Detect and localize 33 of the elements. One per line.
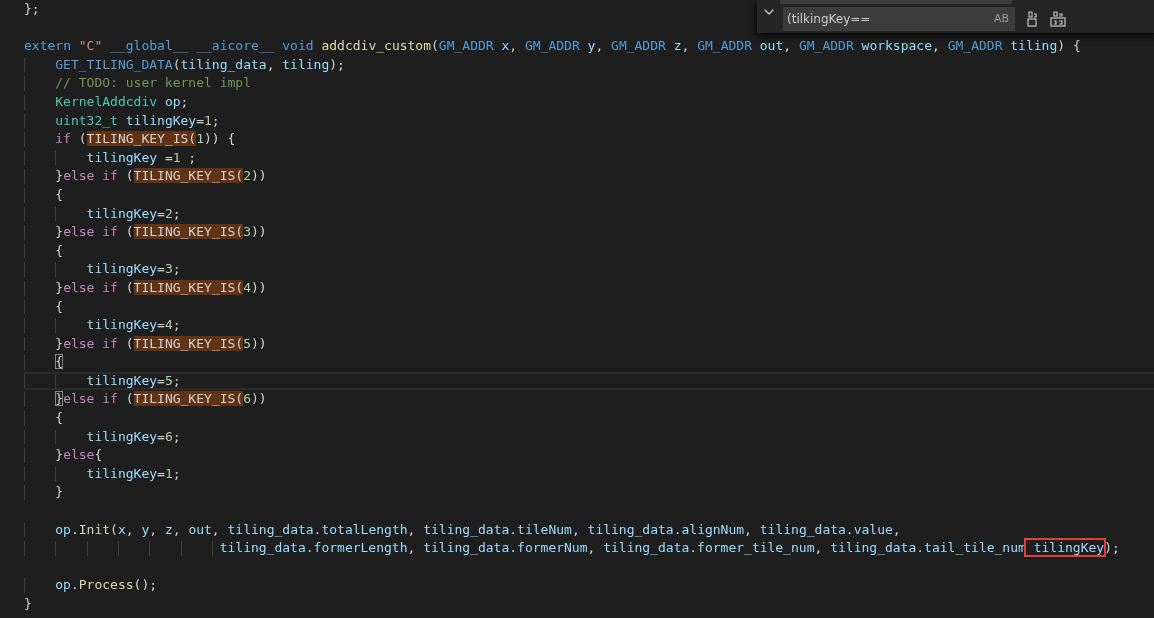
code-line: tilingKey=3; [86,260,181,279]
code-line: op.Init(x, y, z, out, tiling_data.totalLength, tiling_data.tileNum, tiling_data.alignNum, tiling_data.value, [55,520,901,539]
replace-all-icon[interactable] [1049,10,1067,27]
code-line: { [55,297,64,316]
code-line: extern "C" __global__ __aicore__ void addcdiv_custom(GM_ADDR x, GM_ADDR y, GM_ADDR z, GM_ADDR out, GM_ADDR workspace, GM_ADDR tiling) { [24,37,1081,56]
code-line: { [55,185,64,204]
code-line: }else if (TILING_KEY_IS(5)) [55,334,267,353]
code-line: { [55,241,64,260]
code-line: tilingKey=2; [86,204,181,223]
code-line: }else if (TILING_KEY_IS(3)) [55,223,267,242]
code-line: tilingKey=1; [86,464,181,483]
code-line: tilingKey=5; [86,371,181,390]
code-line: if (TILING_KEY_IS(1)) { [55,130,236,149]
code-line: uint32_t tilingKey=1; [55,111,220,130]
code-line: tilingKey=4; [86,316,181,335]
code-line: } [55,483,64,502]
code-line: }else if (TILING_KEY_IS(6)) [55,390,267,409]
code-line: { [55,353,64,372]
code-line: }else if (TILING_KEY_IS(2)) [55,167,267,186]
code-line: GET_TILING_DATA(tiling_data, tiling); [55,55,345,74]
code-line: }else if (TILING_KEY_IS(4)) [55,278,267,297]
preserve-case-toggle[interactable]: AB [991,12,1011,25]
replace-icon[interactable] [1025,10,1039,27]
code-line: op.Process(); [55,576,158,595]
code-line: { [55,409,64,428]
code-line: KernelAddcdiv op; [55,92,189,111]
code-line: tilingKey=6; [86,427,181,446]
code-line: }; [24,0,40,18]
replace-field[interactable]: (tilkingKey== AB [783,6,1015,31]
code-line: }else{ [55,446,103,465]
code-line: tilingKey =1 ; [86,148,197,167]
code-line: } [24,595,32,613]
code-line: // TODO: user kernel impl [55,74,251,93]
